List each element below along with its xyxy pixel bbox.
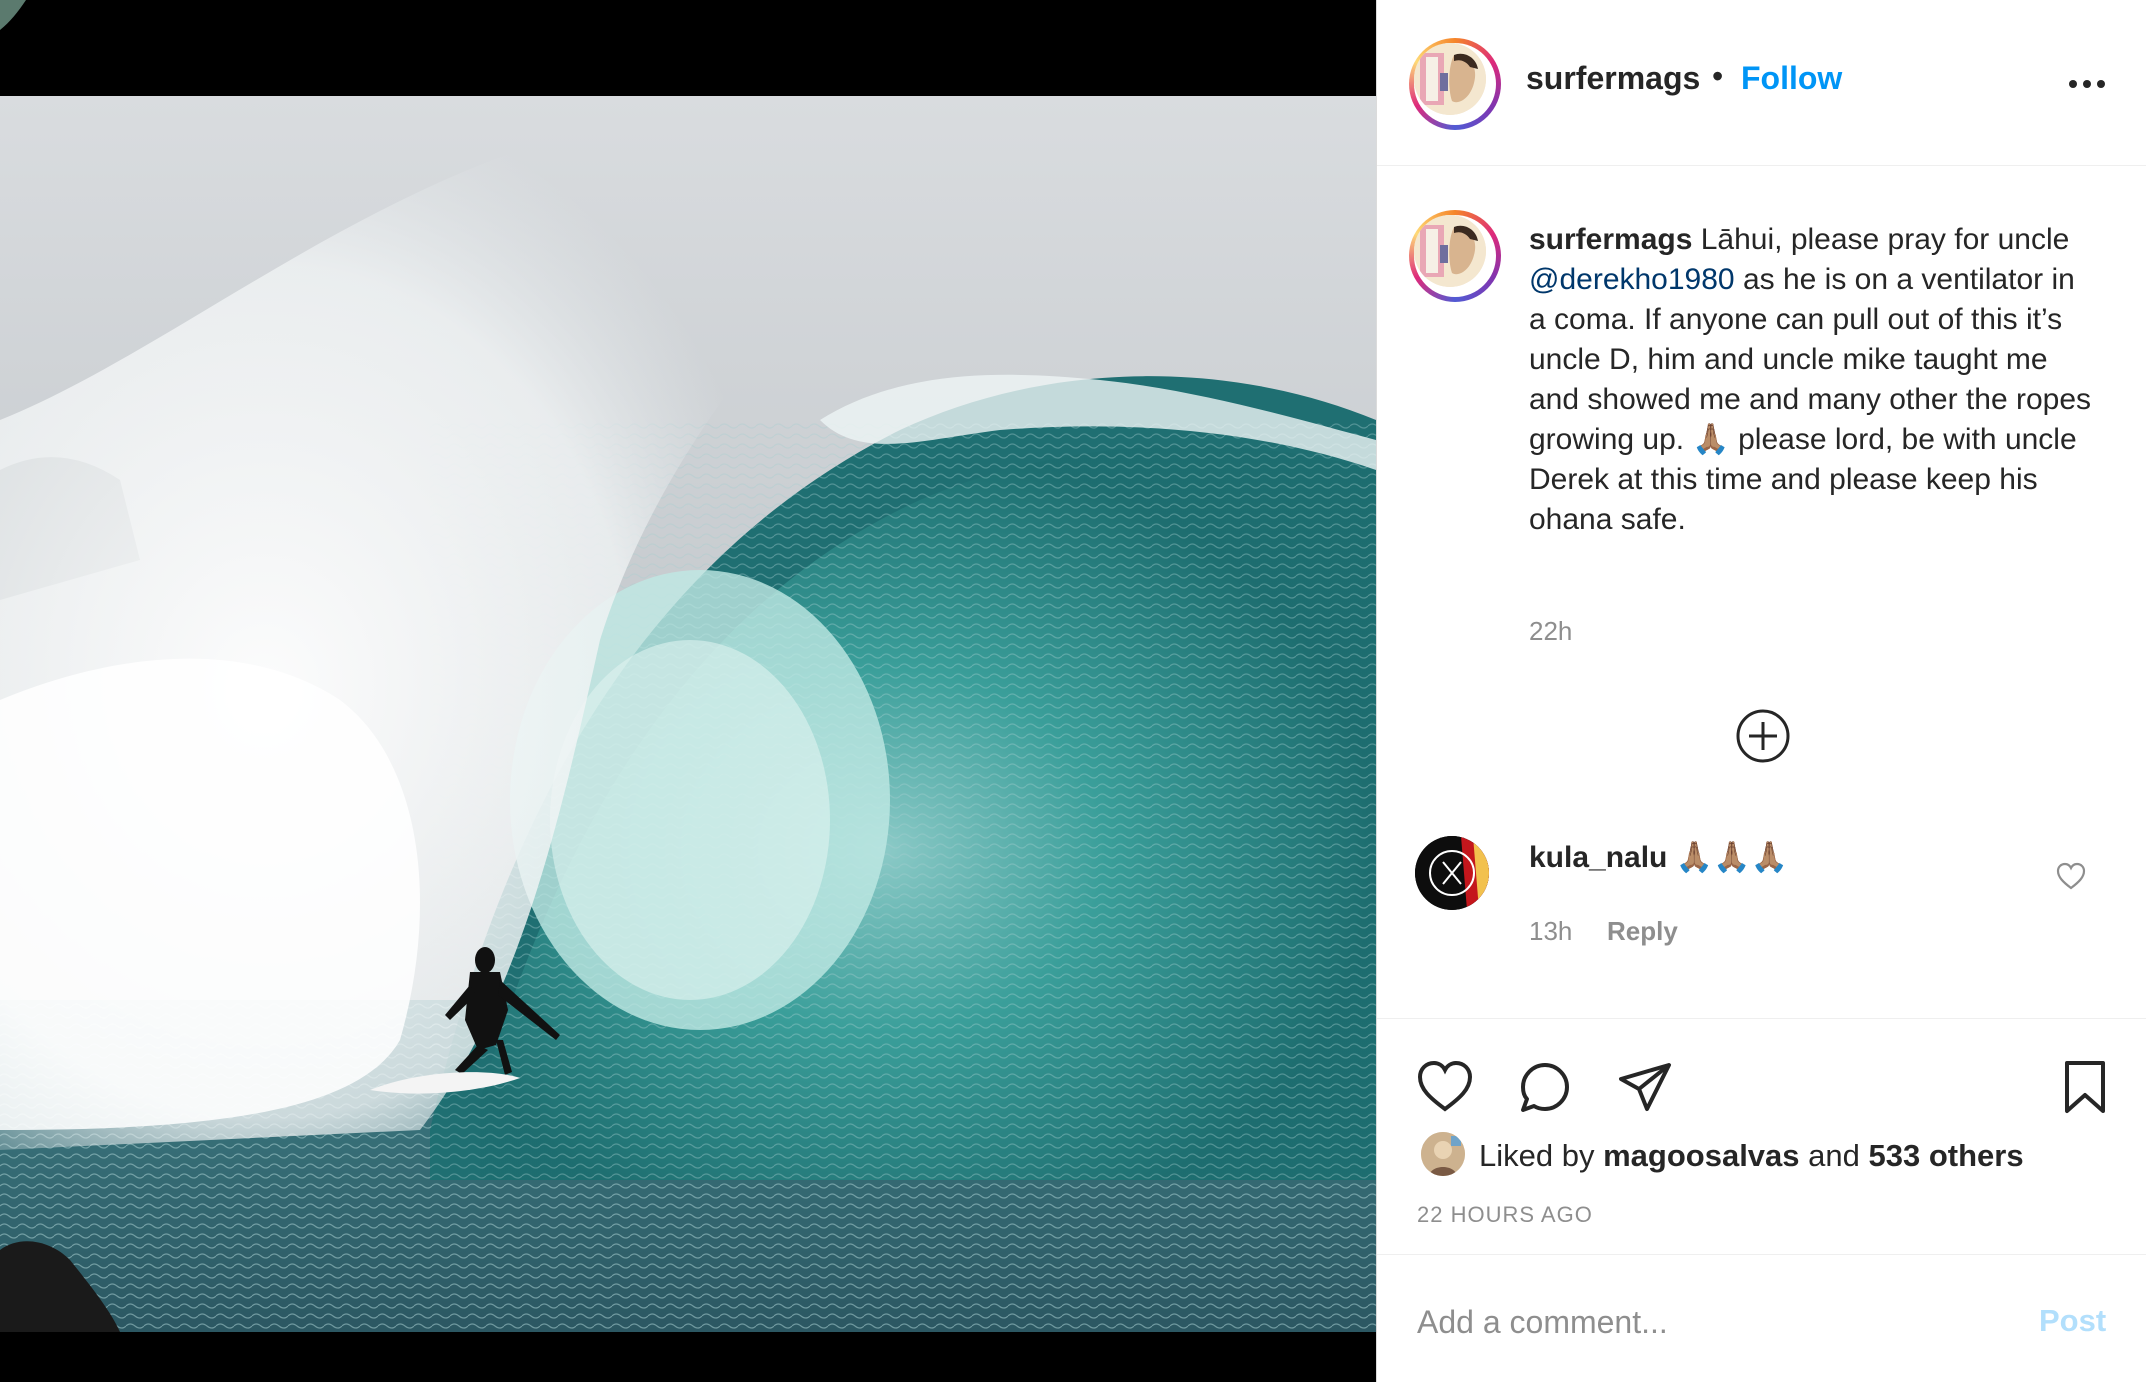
post-details-panel: surfermags • Follow surfermags Lāhui, pl… — [1376, 0, 2146, 1382]
caption-text-end: as he is on a ventilator in a coma. If a… — [1529, 263, 2092, 536]
post-image[interactable] — [0, 0, 1376, 1382]
heart-icon[interactable] — [1415, 1057, 1475, 1117]
post-caption: surfermags Lāhui, please pray for uncle … — [1529, 220, 2099, 540]
commenter-avatar[interactable] — [1415, 836, 1489, 910]
reply-button[interactable]: Reply — [1607, 916, 1678, 947]
liked-by-and: and — [1808, 1138, 1860, 1173]
author-username[interactable]: surfermags — [1526, 60, 1700, 97]
caption-mention-link[interactable]: @derekho1980 — [1529, 263, 1735, 296]
comments-fade — [1377, 1004, 2146, 1018]
liked-by-prefix: Liked by — [1479, 1138, 1595, 1173]
comment-text: 🙏🏽🙏🏽🙏🏽 — [1675, 841, 1788, 874]
post-header: surfermags • Follow — [1377, 0, 2146, 166]
logo-avatar-icon — [1415, 836, 1489, 910]
caption-avatar[interactable] — [1409, 210, 1501, 302]
liked-by-user[interactable]: magoosalvas — [1603, 1138, 1799, 1173]
caption-text-start: Lāhui, please pray for uncle — [1692, 223, 2070, 256]
comment-like-heart-icon[interactable] — [2055, 860, 2087, 892]
follow-button[interactable]: Follow — [1741, 60, 1842, 97]
likes-summary: Liked by magoosalvas and 533 others — [1479, 1138, 2024, 1174]
liked-by-avatar[interactable] — [1421, 1132, 1465, 1176]
add-comment-input[interactable] — [1415, 1299, 1979, 1345]
separator-dot: • — [1712, 58, 1724, 94]
comment-body: kula_nalu 🙏🏽🙏🏽🙏🏽 — [1529, 840, 1788, 875]
liked-by-others[interactable]: 533 others — [1869, 1138, 2024, 1173]
comment-time[interactable]: 13h — [1529, 916, 1572, 947]
caption-username[interactable]: surfermags — [1529, 223, 1692, 256]
more-horizontal-icon[interactable] — [2067, 64, 2107, 104]
caption-time[interactable]: 22h — [1529, 616, 1572, 647]
bookmark-icon[interactable] — [2055, 1057, 2115, 1117]
plus-circle-icon[interactable] — [1735, 708, 1791, 764]
author-avatar[interactable] — [1409, 38, 1501, 130]
comment-icon[interactable] — [1515, 1057, 1575, 1117]
avatar-art-icon — [1414, 215, 1486, 287]
comment-username[interactable]: kula_nalu — [1529, 841, 1667, 874]
wave-photo — [0, 0, 1376, 1382]
avatar-art-icon — [1414, 43, 1486, 115]
post-timestamp[interactable]: 22 HOURS AGO — [1417, 1202, 1593, 1228]
add-comment-bar: Post — [1377, 1254, 2146, 1382]
post-comment-button[interactable]: Post — [2039, 1303, 2106, 1339]
share-icon[interactable] — [1615, 1057, 1675, 1117]
